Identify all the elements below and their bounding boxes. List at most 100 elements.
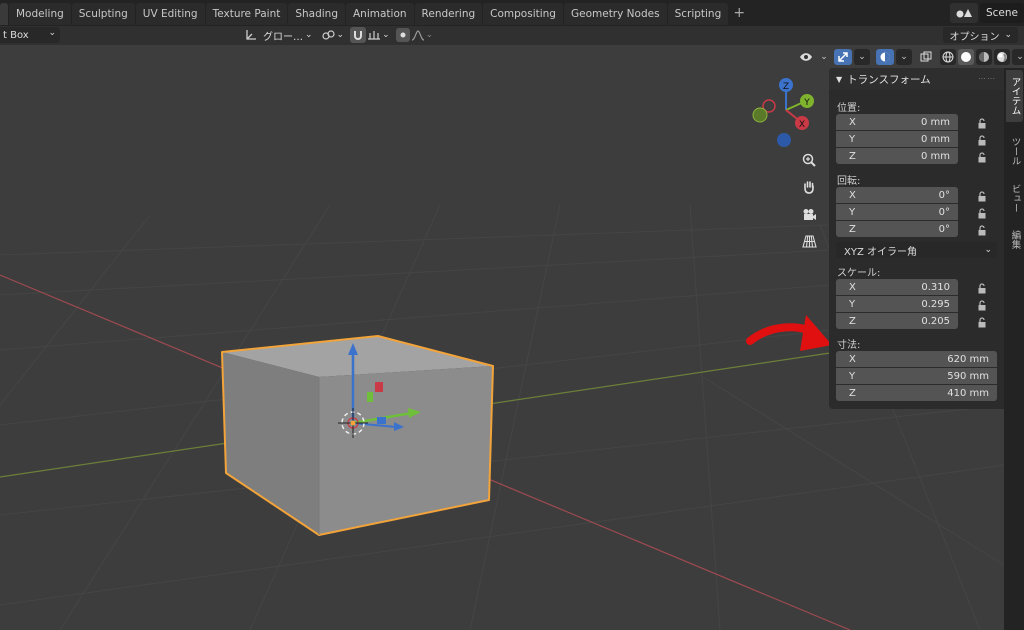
scene-selector: Scene — [949, 2, 1024, 24]
axis-label: X — [849, 189, 856, 201]
cube-object[interactable] — [221, 335, 494, 536]
axis-label: Z — [849, 223, 856, 235]
viewport-display-controls: ⌄ ⌄ ⌄ ⌄ — [798, 48, 1024, 66]
chevron-down-icon[interactable]: ⌄ — [1012, 49, 1024, 65]
scale-y-field[interactable]: Y 0.295 — [836, 296, 958, 312]
lock-icon[interactable] — [975, 206, 989, 220]
lock-icon[interactable] — [975, 315, 989, 329]
drag-grip-icon[interactable]: ⋯⋯ — [978, 74, 996, 83]
rotation-y-field[interactable]: Y 0° — [836, 204, 958, 220]
magnet-icon[interactable] — [350, 27, 367, 43]
scale-y-value: 0.295 — [921, 298, 950, 310]
sidebar-n-panel: ▼ トランスフォーム ⋯⋯ 位置: X 0 mm Y 0 mm Z 0 mm 回… — [829, 68, 1004, 409]
chevron-down-icon: ⌄ — [382, 30, 390, 40]
lock-icon[interactable] — [975, 223, 989, 237]
workspace-tab-texture-paint[interactable]: Texture Paint — [205, 3, 288, 25]
axes-icon — [243, 27, 259, 43]
axis-label: X — [849, 353, 856, 365]
camera-icon[interactable] — [798, 203, 820, 225]
scale-x-value: 0.310 — [921, 281, 950, 293]
dimensions-y-value: 590 mm — [947, 370, 989, 382]
grid-perspective-icon[interactable] — [798, 230, 820, 252]
rotation-mode-label: XYZ オイラー角 — [844, 246, 917, 258]
location-y-field[interactable]: Y 0 mm — [836, 131, 958, 147]
dimensions-x-field[interactable]: X 620 mm — [836, 351, 997, 367]
rendered-icon[interactable] — [994, 49, 1010, 65]
axis-label: Z — [849, 150, 856, 162]
hand-pan-icon[interactable] — [798, 176, 820, 198]
gizmo-z-label: Z — [783, 82, 789, 92]
transform-panel-header[interactable]: ▼ トランスフォーム ⋯⋯ — [829, 68, 1004, 90]
chevron-down-icon[interactable]: ⌄ — [854, 49, 870, 65]
dimensions-label: 寸法: — [837, 340, 861, 351]
scale-z-field[interactable]: Z 0.205 — [836, 313, 958, 329]
scene-shapes-icon — [956, 9, 972, 18]
lock-icon[interactable] — [975, 116, 989, 130]
workspace-tab-scripting[interactable]: Scripting — [667, 3, 729, 25]
workspace-tab-shading[interactable]: Shading — [288, 3, 345, 25]
location-y-value: 0 mm — [920, 133, 950, 145]
chevron-down-icon[interactable]: ⌄ — [816, 49, 832, 65]
scene-icon[interactable] — [949, 3, 978, 23]
rotation-z-field[interactable]: Z 0° — [836, 221, 958, 237]
add-workspace-button[interactable]: + — [729, 3, 749, 23]
scale-x-field[interactable]: X 0.310 — [836, 279, 958, 295]
workspace-tab-uv-editing[interactable]: UV Editing — [135, 3, 205, 25]
lock-icon[interactable] — [975, 150, 989, 164]
lock-icon[interactable] — [975, 298, 989, 312]
eye-icon[interactable] — [798, 49, 814, 65]
sidebar-tabs: アイテム ツール ビュー 編集 — [1004, 68, 1024, 630]
workspace-tab-animation[interactable]: Animation — [346, 3, 414, 25]
overlay-icon[interactable] — [876, 49, 894, 65]
workspace-tab-layout-partial[interactable] — [0, 3, 8, 25]
snap-increment-icon[interactable] — [366, 27, 382, 43]
tab-tool[interactable]: ツール — [1006, 128, 1023, 174]
workspace-tab-rendering[interactable]: Rendering — [414, 3, 483, 25]
select-box-dropdown[interactable]: t Box ⌄ — [0, 27, 60, 43]
collapse-triangle-icon: ▼ — [836, 74, 843, 84]
workspace-tab-compositing[interactable]: Compositing — [483, 3, 563, 25]
location-label: 位置: — [837, 103, 861, 114]
rotation-z-value: 0° — [938, 223, 950, 235]
xray-icon[interactable] — [918, 49, 934, 65]
scene-name-field[interactable]: Scene — [979, 3, 1024, 23]
rotation-x-field[interactable]: X 0° — [836, 187, 958, 203]
rotation-y-value: 0° — [938, 206, 950, 218]
dimensions-y-field[interactable]: Y 590 mm — [836, 368, 997, 384]
tab-item[interactable]: アイテム — [1006, 70, 1023, 122]
wireframe-icon[interactable] — [940, 49, 956, 65]
proportional-falloff-icon[interactable] — [410, 27, 426, 43]
material-icon[interactable] — [976, 49, 992, 65]
navigation-gizmo[interactable]: Z Y X — [752, 78, 814, 147]
axis-label: Y — [849, 370, 856, 382]
chevron-down-icon: ⌄ — [984, 245, 992, 255]
transform-orientation-dropdown[interactable]: グロー… ⌄ ⌄ ⌄ ⌄ — [243, 27, 433, 43]
axis-label: Y — [849, 298, 856, 310]
gizmo-arrow-icon[interactable] — [834, 49, 852, 65]
viewport-header: t Box ⌄ グロー… ⌄ ⌄ ⌄ ⌄ オプション ⌄ — [0, 26, 1024, 45]
location-x-field[interactable]: X 0 mm — [836, 114, 958, 130]
axis-label: X — [849, 281, 856, 293]
proportional-edit-icon[interactable] — [395, 28, 410, 42]
dimensions-z-value: 410 mm — [947, 387, 989, 399]
rotation-mode-dropdown[interactable]: XYZ オイラー角 ⌄ — [836, 242, 997, 258]
tab-view[interactable]: ビュー — [1006, 178, 1023, 218]
workspace-tab-sculpting[interactable]: Sculpting — [71, 3, 135, 25]
tab-edit[interactable]: 編集 — [1006, 224, 1023, 254]
workspace-tab-geometry-nodes[interactable]: Geometry Nodes — [563, 3, 667, 25]
scale-label: スケール: — [837, 268, 881, 279]
scale-z-value: 0.205 — [921, 315, 950, 327]
chevron-down-icon[interactable]: ⌄ — [896, 49, 912, 65]
lock-icon[interactable] — [975, 133, 989, 147]
dimensions-x-value: 620 mm — [947, 353, 989, 365]
lock-icon[interactable] — [975, 281, 989, 295]
lock-icon[interactable] — [975, 189, 989, 203]
dimensions-z-field[interactable]: Z 410 mm — [836, 385, 997, 401]
workspace-tab-bar: Modeling Sculpting UV Editing Texture Pa… — [0, 0, 1024, 26]
solid-icon[interactable] — [958, 49, 974, 65]
options-dropdown[interactable]: オプション ⌄ — [943, 27, 1018, 43]
location-z-field[interactable]: Z 0 mm — [836, 148, 958, 164]
workspace-tab-modeling[interactable]: Modeling — [9, 3, 71, 25]
zoom-icon[interactable] — [798, 149, 820, 171]
link-icon[interactable] — [321, 27, 337, 43]
